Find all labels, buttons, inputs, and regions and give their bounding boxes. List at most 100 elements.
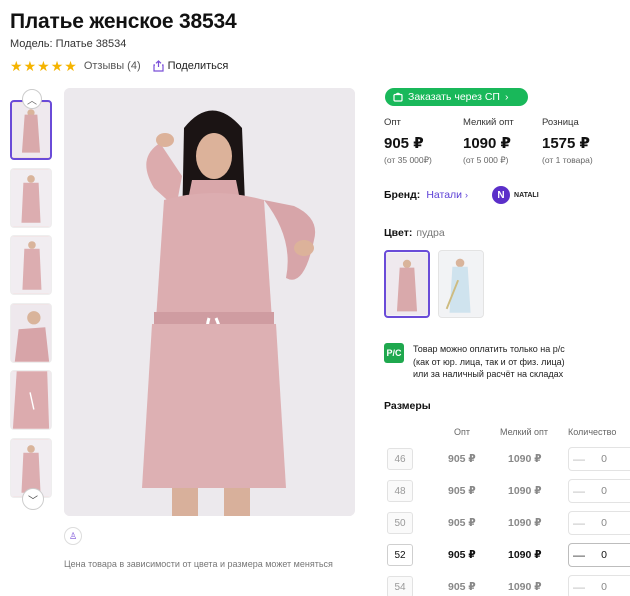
size-row: 46 905 ₽ 1090 ₽ — 0 (387, 447, 630, 471)
minus-icon[interactable]: — (569, 516, 589, 530)
quantity-stepper[interactable]: — 0 (568, 575, 630, 596)
product-model: Модель: Платье 38534 (10, 38, 127, 50)
size-opt-price: 905 ₽ (448, 581, 476, 593)
thumbnails-up-button[interactable]: ︿ (22, 89, 42, 109)
price-retail: Розница 1575 ₽ (от 1 товара) (542, 117, 621, 166)
brand-logo-icon: N (492, 186, 511, 204)
dress-swatch (439, 251, 483, 317)
thumbnails-down-button[interactable]: ﹀ (22, 488, 44, 510)
payment-line: или за наличный расчёт на складах (413, 369, 564, 379)
color-row: Цвет: пудра (384, 227, 445, 239)
chevron-right-icon: › (465, 190, 469, 200)
reviews-link[interactable]: Отзывы (4) (84, 60, 141, 72)
size-chip: 50 (387, 512, 413, 534)
brand-row: Бренд: Натали › N NATALI (384, 186, 539, 204)
star-icon: ★ (10, 58, 23, 74)
minus-icon[interactable]: — (569, 484, 589, 498)
rating-row: ★ ★ ★ ★ ★ Отзывы (4) Поделиться (10, 59, 228, 73)
main-product-image[interactable] (64, 88, 355, 516)
size-small-opt-price: 1090 ₽ (508, 581, 542, 593)
size-small-opt-price: 1090 ₽ (508, 549, 542, 561)
price-small-opt: Мелкий опт 1090 ₽ (от 5 000 ₽) (463, 117, 542, 166)
chevron-right-icon: › (504, 91, 509, 103)
price-note: Цена товара в зависимости от цвета и раз… (64, 559, 333, 569)
size-row: 50 905 ₽ 1090 ₽ — 0 (387, 511, 630, 535)
order-sp-label: Заказать через СП (408, 91, 500, 103)
quantity-value[interactable]: 0 (589, 453, 619, 465)
size-row: 52 905 ₽ 1090 ₽ — 0 (387, 543, 630, 567)
price-table: Опт 905 ₽ (от 35 000₽) Мелкий опт 1090 ₽… (384, 117, 621, 166)
color-value: пудра (416, 227, 445, 239)
price-condition: (от 35 000₽) (384, 155, 432, 165)
share-icon (153, 60, 164, 72)
price-condition: (от 5 000 ₽) (463, 155, 509, 165)
dress-swatch (386, 252, 428, 316)
size-opt-price: 905 ₽ (448, 549, 476, 561)
brand-label: Бренд: (384, 189, 421, 201)
order-sp-button[interactable]: Заказать через СП › (385, 88, 528, 106)
size-opt-price: 905 ₽ (448, 517, 476, 529)
payment-text: Товар можно оплатить только на р/с (как … (413, 343, 565, 381)
dress-thumbnail (11, 303, 51, 362)
hanger-icon: ♙ (68, 530, 78, 541)
chevron-down-icon: ﹀ (28, 495, 38, 507)
payment-info: Р/С Товар можно оплатить только на р/с (… (384, 343, 565, 381)
size-opt-price: 905 ₽ (448, 485, 476, 497)
size-small-opt-price: 1090 ₽ (508, 453, 542, 465)
color-swatches (384, 250, 484, 318)
thumbnail[interactable] (10, 302, 52, 363)
rating-stars: ★ ★ ★ ★ ★ (10, 59, 77, 73)
dress-thumbnail (11, 371, 51, 429)
quantity-stepper[interactable]: — 0 (568, 511, 630, 535)
share-label: Поделиться (167, 60, 229, 72)
quantity-stepper[interactable]: — 0 (568, 543, 630, 567)
dress-photo (64, 88, 355, 516)
quantity-value[interactable]: 0 (589, 549, 619, 561)
fitting-button[interactable]: ♙ (64, 527, 82, 545)
payment-line: (как от юр. лица, так и от физ. лица) (413, 356, 565, 367)
price-condition: (от 1 товара) (542, 155, 593, 165)
thumbnail[interactable] (10, 167, 52, 228)
size-chip: 46 (387, 448, 413, 470)
size-row: 48 905 ₽ 1090 ₽ — 0 (387, 479, 630, 503)
size-chip: 52 (387, 544, 413, 566)
product-title: Платье женское 38534 (10, 10, 237, 33)
thumbnail[interactable] (10, 370, 52, 430)
color-swatch-blue[interactable] (438, 250, 484, 318)
quantity-value[interactable]: 0 (589, 485, 619, 497)
thumbnail[interactable] (10, 100, 52, 160)
thumbnail-list (10, 100, 54, 505)
price-label: Розница (542, 117, 579, 128)
size-small-opt-price: 1090 ₽ (508, 517, 542, 529)
size-small-opt-price: 1090 ₽ (508, 485, 542, 497)
sizes-title: Размеры (384, 400, 431, 412)
price-value: 1575 ₽ (542, 135, 590, 152)
minus-icon[interactable]: — (569, 452, 589, 466)
color-label: Цвет: (384, 227, 413, 239)
chevron-up-icon: ︿ (27, 95, 37, 107)
brand-logo-text: NATALI (514, 191, 539, 199)
quantity-value[interactable]: 0 (589, 581, 619, 593)
quantity-stepper[interactable]: — 0 (568, 479, 630, 503)
dress-thumbnail (11, 168, 51, 227)
thumbnail[interactable] (10, 235, 52, 295)
cart-icon (393, 92, 403, 102)
minus-icon[interactable]: — (569, 580, 589, 594)
quantity-value[interactable]: 0 (589, 517, 619, 529)
brand-logo[interactable]: N NATALI (492, 186, 539, 204)
color-swatch-pudra[interactable] (384, 250, 430, 318)
minus-icon[interactable]: — (569, 548, 589, 562)
size-row: 54 905 ₽ 1090 ₽ — 0 (387, 575, 630, 596)
dress-thumbnail (11, 236, 51, 294)
size-opt-price: 905 ₽ (448, 453, 476, 465)
star-icon: ★ (64, 58, 77, 74)
quantity-stepper[interactable]: — 0 (568, 447, 630, 471)
payment-line: Товар можно оплатить только на р/с (413, 344, 565, 354)
price-label: Опт (384, 117, 401, 128)
size-chip: 48 (387, 480, 413, 502)
brand-link[interactable]: Натали (426, 189, 462, 201)
share-button[interactable]: Поделиться (153, 60, 229, 72)
star-icon: ★ (50, 58, 64, 74)
dress-thumbnail (12, 102, 50, 158)
price-opt: Опт 905 ₽ (от 35 000₽) (384, 117, 463, 166)
